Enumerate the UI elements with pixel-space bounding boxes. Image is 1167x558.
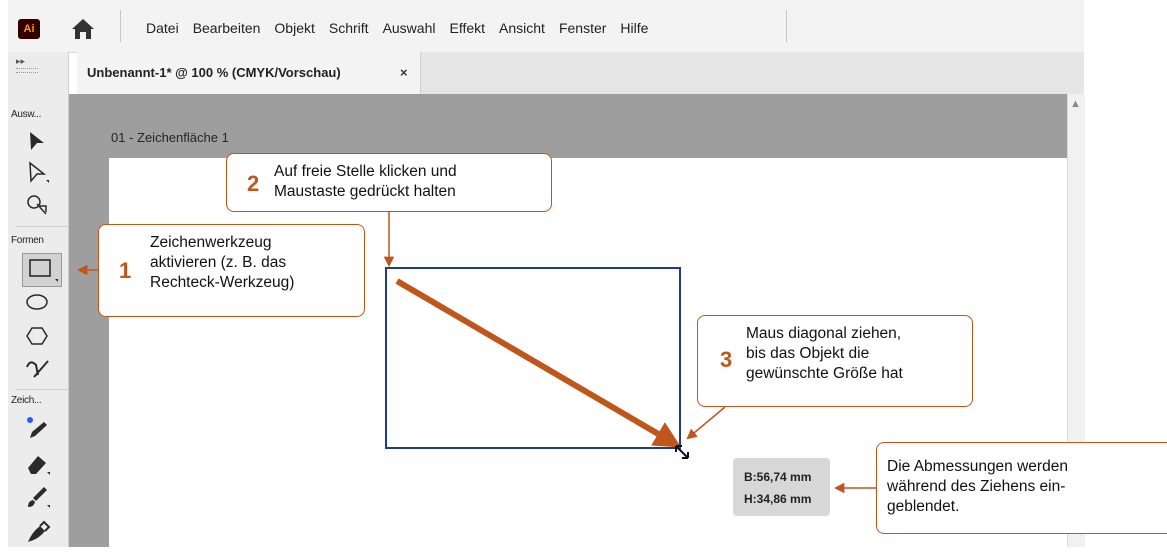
callout-dimensions: Die Abmessungen werden während des Ziehe… (876, 442, 1167, 534)
callout-3-arrow (686, 406, 726, 440)
callout-1-number: 1 (119, 258, 132, 283)
callout-4-line: während des Ziehens ein- (887, 478, 1066, 495)
callout-1-line: Rechteck-Werkzeug) (150, 274, 295, 291)
callout-1-line: Zeichenwerkzeug (150, 234, 272, 251)
resize-cursor-icon (675, 445, 689, 459)
callout-2-line: Auf freie Stelle klicken und (274, 163, 457, 180)
callout-step-3: 3 Maus diagonal ziehen, bis das Objekt d… (697, 315, 973, 407)
callout-3-line: Maus diagonal ziehen, (746, 325, 902, 342)
callout-3-line: gewünschte Größe hat (746, 365, 903, 382)
callout-4-line: geblendet. (887, 498, 960, 515)
callout-step-2: 2 Auf freie Stelle klicken und Maustaste… (226, 153, 552, 212)
callout-4-line: Die Abmessungen werden (887, 458, 1068, 475)
drag-direction-arrow (395, 278, 682, 448)
callout-3-line: bis das Objekt die (746, 345, 870, 362)
callout-step-1: 1 Zeichenwerkzeug aktivieren (z. B. das … (98, 224, 365, 317)
callout-2-number: 2 (247, 171, 260, 196)
callout-1-line: aktivieren (z. B. das (150, 254, 287, 271)
callout-2-line: Maustaste gedrückt halten (274, 183, 456, 200)
callout-3-number: 3 (720, 347, 733, 372)
